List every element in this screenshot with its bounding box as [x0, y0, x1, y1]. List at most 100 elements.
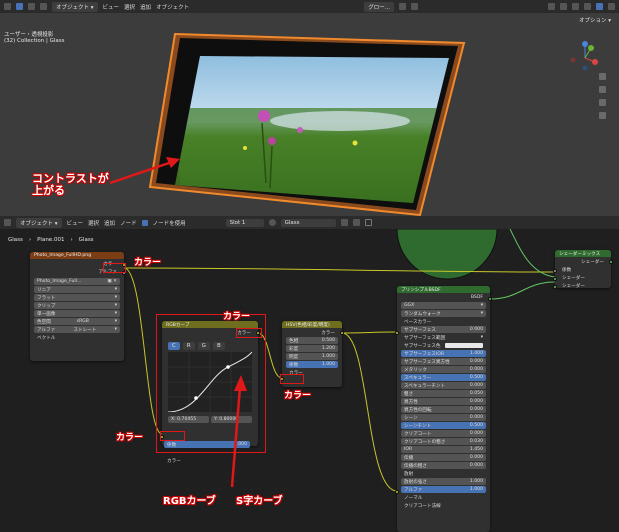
source-dropdown[interactable]: 単一画像 ▾ — [34, 310, 120, 317]
node-mode-dropdown[interactable]: オブジェクト ▾ — [16, 217, 62, 228]
select-box-icon[interactable] — [16, 3, 23, 10]
color-space-field[interactable]: 色空間 sRGB ▾ — [34, 318, 120, 325]
shading-render-icon[interactable] — [608, 3, 615, 10]
mix-factor-input: 係数 — [562, 267, 572, 273]
extension-dropdown[interactable]: クリップ ▾ — [34, 302, 120, 309]
menu-add[interactable]: 追加 — [104, 219, 115, 227]
emission-strength-field[interactable]: 放射の強さ 1.000 — [401, 478, 486, 485]
menu-select[interactable]: 選択 — [124, 3, 135, 11]
hsv-value-field[interactable]: 明度 1.000 — [286, 353, 338, 360]
highlight-hsv-in — [280, 374, 304, 384]
annotation-curve-in-color: カラー — [116, 433, 144, 443]
delete-icon[interactable] — [352, 219, 360, 226]
image-browse-icon[interactable]: ▣ ✕ — [107, 279, 117, 284]
distribution-dropdown[interactable]: GGX ▾ — [401, 302, 486, 309]
hsv-title[interactable]: HSV(色相/彩度/明度) — [282, 321, 342, 328]
bsdf-out-socket[interactable] — [488, 297, 492, 301]
editor-type-icon[interactable] — [4, 219, 11, 226]
mode-dropdown[interactable]: オブジェクト ▾ — [52, 1, 98, 12]
hsv-hue-field[interactable]: 色相 0.500 — [286, 337, 338, 344]
visibility-icon[interactable] — [548, 3, 555, 10]
annotation-s-curve: S字カーブ — [236, 496, 283, 507]
base-color-socket[interactable] — [395, 331, 399, 335]
image-selector[interactable]: Photo_Image_Full... ▣ ✕ — [34, 278, 120, 285]
principled-title[interactable]: プリンシプルBSDF — [397, 286, 490, 293]
specular-tint-field[interactable]: スペキュラーチント 0.000 — [401, 382, 486, 389]
editor-type-icon[interactable] — [4, 3, 11, 10]
mix-shader-input-1: シェーダー — [562, 275, 585, 281]
annotation-contrast: コントラストが 上がる — [32, 172, 109, 197]
principled-bsdf-node[interactable]: プリンシプルBSDF BSDF GGX ▾ ランダムウォーク ▾ ベースカラー サブ… — [395, 286, 492, 532]
perspective-grid-icon[interactable] — [599, 112, 606, 119]
mix-shader-socket-1[interactable] — [553, 277, 557, 281]
clearcoat-field[interactable]: クリアコート 0.000 — [401, 430, 486, 437]
subsurface-method-dropdown[interactable]: ランダムウォーク ▾ — [401, 310, 486, 317]
base-color-input: ベースカラー — [404, 319, 432, 325]
hsv-out-socket[interactable] — [340, 331, 344, 335]
clearcoat-roughness-field[interactable]: クリアコートの粗さ 0.030 — [401, 438, 486, 445]
emission-socket[interactable] — [395, 490, 399, 494]
hsv-factor-field[interactable]: 係数 1.000 — [286, 361, 338, 368]
mix-shader-node[interactable]: シェーダーミックス シェーダー 係数 シェーダー シェーダー — [553, 250, 613, 289]
mix-shader-socket-2[interactable] — [553, 285, 557, 289]
xray-icon[interactable] — [572, 3, 579, 10]
material-sphere-icon[interactable] — [268, 219, 276, 226]
select-mode-icon[interactable] — [28, 3, 35, 10]
material-name-field[interactable]: Glass — [280, 218, 336, 227]
subsurface-color-swatch[interactable] — [445, 343, 483, 348]
camera-icon[interactable] — [599, 99, 606, 106]
select-mode-icon-2[interactable] — [40, 3, 47, 10]
highlight-image-color — [103, 263, 126, 273]
subsurface-color-field[interactable]: サブサーフェス色 — [401, 342, 486, 349]
image-in-vector: ベクトル — [37, 335, 56, 341]
metallic-field[interactable]: メタリック 0.000 — [401, 366, 486, 373]
subsurface-radius-field[interactable]: サブサーフェス範囲 ▾ — [401, 334, 486, 341]
slot-dropdown[interactable]: Slot 1 — [225, 218, 264, 227]
mix-factor-socket[interactable] — [553, 269, 557, 273]
roughness-field[interactable]: 粗さ 0.050 — [401, 390, 486, 397]
proportional-icon[interactable] — [411, 3, 418, 10]
sheen-tint-field[interactable]: シーンチント 0.500 — [401, 422, 486, 429]
shading-solid-icon[interactable] — [584, 3, 591, 10]
3d-viewport[interactable]: ユーザー・透視投影 (32) Collection | Glass オプション … — [0, 13, 619, 216]
node-editor[interactable]: Glass › Plane.001 › Glass Photo_Image_Full… — [0, 229, 619, 532]
anisotropic-rotation-field[interactable]: 異方性の回転 0.000 — [401, 406, 486, 413]
interpolation-dropdown[interactable]: リニア ▾ — [34, 286, 120, 293]
alpha-mode-field[interactable]: アルファ ストレート ▾ — [34, 326, 120, 333]
pan-hand-icon[interactable] — [599, 86, 606, 93]
shading-material-icon[interactable] — [596, 3, 603, 10]
transform-orientation-dropdown[interactable]: グロー... — [364, 1, 394, 12]
sheen-field[interactable]: シーン 0.000 — [401, 414, 486, 421]
mix-out-socket[interactable] — [609, 260, 613, 264]
menu-select[interactable]: 選択 — [88, 219, 99, 227]
anisotropic-field[interactable]: 異方性 0.000 — [401, 398, 486, 405]
subsurface-anisotropy-field[interactable]: サブサーフェス異方性 0.000 — [401, 358, 486, 365]
annotation-arrow-contrast — [109, 157, 180, 185]
transmission-field[interactable]: 伝播 0.000 — [401, 454, 486, 461]
subsurface-ior-field[interactable]: サブサーフェスIOR 1.400 — [401, 350, 486, 357]
navigation-gizmo[interactable] — [565, 38, 605, 78]
ior-field[interactable]: IOR 1.450 — [401, 446, 486, 453]
overlay-icon[interactable] — [560, 3, 567, 10]
alpha-field[interactable]: アルファ 1.000 — [401, 486, 486, 493]
highlight-curve-out — [236, 328, 262, 338]
menu-object[interactable]: オブジェクト — [156, 3, 189, 11]
subsurface-field[interactable]: サブサーフェス 0.000 — [401, 326, 486, 333]
checkbox-icon[interactable] — [141, 219, 148, 226]
menu-node[interactable]: ノード — [120, 219, 137, 227]
copy-icon[interactable] — [340, 219, 348, 226]
snap-icon[interactable] — [399, 3, 406, 10]
projection-dropdown[interactable]: フラット ▾ — [34, 294, 120, 301]
specular-field[interactable]: スペキュラー 0.500 — [401, 374, 486, 381]
clearcoat-normal-input: クリアコート法線 — [404, 503, 441, 509]
menu-add[interactable]: 追加 — [140, 3, 151, 11]
use-nodes-label[interactable]: ノードを使用 — [153, 219, 186, 227]
hsv-saturation-field[interactable]: 彩度 1.200 — [286, 345, 338, 352]
transmission-roughness-field[interactable]: 伝播の粗さ 0.000 — [401, 462, 486, 469]
mix-title[interactable]: シェーダーミックス — [555, 250, 611, 257]
menu-view[interactable]: ビュー — [103, 3, 120, 11]
zoom-icon[interactable] — [599, 73, 606, 80]
image-node-title[interactable]: Photo_Image_FullHD.png — [30, 252, 124, 259]
pin-icon[interactable] — [364, 219, 372, 226]
menu-view[interactable]: ビュー — [67, 219, 84, 227]
